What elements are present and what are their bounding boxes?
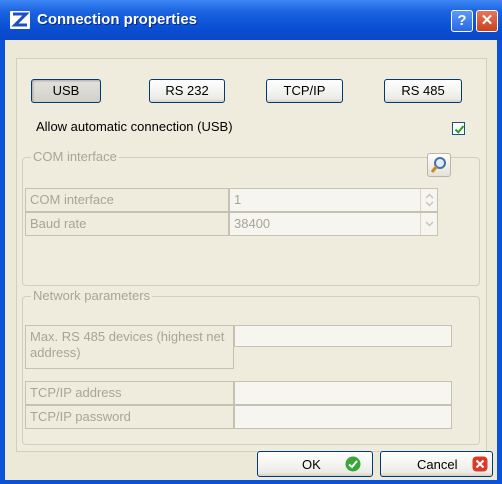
max-devices-label: Max. RS 485 devices (highest net address… (25, 325, 234, 369)
ok-button[interactable]: OK (257, 451, 373, 477)
dialog-window: Connection properties ? ✕ USB RS 232 TCP… (0, 0, 502, 484)
ok-label: OK (302, 457, 321, 472)
title-bar[interactable]: Connection properties ? ✕ (0, 0, 502, 40)
network-parameters-group: Network parameters Max. RS 485 devices (… (22, 288, 480, 445)
green-check-icon (345, 456, 361, 472)
spin-arrows-icon (425, 193, 434, 207)
tcpip-address-label: TCP/IP address (25, 381, 234, 405)
cancel-label: Cancel (417, 457, 458, 472)
baud-rate-label: Baud rate (25, 212, 229, 236)
tcpip-password-field[interactable] (234, 405, 452, 429)
cancel-button[interactable]: Cancel (380, 451, 493, 477)
tcpip-address-field[interactable] (234, 381, 452, 405)
network-group-title: Network parameters (31, 288, 153, 303)
help-button[interactable]: ? (451, 10, 473, 32)
baud-rate-dropdown[interactable] (420, 213, 438, 235)
baud-rate-select[interactable]: 38400 (229, 212, 438, 236)
com-interface-spinner[interactable] (420, 189, 438, 211)
chevron-down-icon (425, 221, 434, 227)
com-interface-field[interactable]: 1 (229, 188, 438, 212)
com-interface-label: COM interface (25, 188, 229, 212)
magnifier-icon (430, 157, 446, 173)
tab-usb[interactable]: USB (31, 79, 101, 103)
search-button[interactable] (427, 153, 451, 177)
settings-panel: USB RS 232 TCP/IP RS 485 Allow automatic… (16, 58, 487, 452)
tab-rs232[interactable]: RS 232 (149, 79, 225, 103)
tcpip-password-label: TCP/IP password (25, 405, 234, 429)
window-title: Connection properties (37, 11, 198, 28)
com-interface-group: COM interface COM interface 1 Baud rate (22, 149, 480, 286)
tab-tcpip[interactable]: TCP/IP (266, 79, 343, 103)
close-button[interactable]: ✕ (476, 10, 498, 32)
red-x-icon (472, 456, 488, 472)
tab-rs485[interactable]: RS 485 (384, 79, 462, 103)
dialog-client-area: USB RS 232 TCP/IP RS 485 Allow automatic… (5, 40, 497, 480)
checkmark-icon (454, 125, 465, 134)
max-devices-field[interactable] (234, 325, 452, 347)
auto-connect-checkbox[interactable] (452, 122, 465, 135)
com-group-title: COM interface (31, 149, 119, 164)
auto-connect-label: Allow automatic connection (USB) (36, 119, 233, 134)
z-logo-icon (10, 11, 30, 29)
